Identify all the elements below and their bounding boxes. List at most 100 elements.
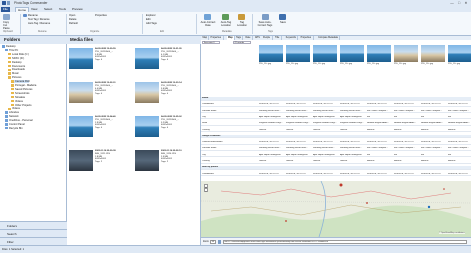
folder-tree-item[interactable]: Music bbox=[8, 72, 19, 75]
folder-tree-item[interactable]: SDXC (D:) bbox=[8, 57, 24, 60]
panel-tab[interactable]: Compare Metadata bbox=[316, 36, 341, 40]
tag-location-button[interactable]: Tag Location bbox=[235, 21, 249, 27]
metadata-thumbnail[interactable] bbox=[448, 45, 471, 62]
folder-tree-item[interactable]: Desktop bbox=[8, 61, 22, 64]
folder-tree-item[interactable]: Recycle Bin bbox=[5, 127, 23, 130]
metadata-cell[interactable]: Mir Castle Complex... bbox=[448, 110, 471, 113]
tag-location-icon[interactable] bbox=[238, 14, 245, 20]
metadata-cell[interactable]: 38.40978, 35.12770 bbox=[448, 141, 471, 144]
media-thumbnail[interactable] bbox=[135, 48, 159, 69]
metadata-cell[interactable]: Belarus bbox=[421, 129, 447, 132]
panel-tab[interactable]: Tags bbox=[234, 36, 244, 40]
metadata-cell[interactable]: Belarus bbox=[448, 160, 471, 163]
metadata-cell[interactable]: 38.40978, 35.12770 bbox=[448, 173, 471, 176]
metadata-cell[interactable]: 38.40978, 35.12770 bbox=[367, 173, 393, 176]
paste-button[interactable]: Paste bbox=[3, 27, 10, 30]
delete-button[interactable]: Delete bbox=[69, 18, 77, 21]
metadata-cell[interactable]: Greece bbox=[340, 129, 366, 132]
folder-tree-item[interactable]: OneDrive - Personal bbox=[5, 119, 33, 122]
metadata-row[interactable]: City Ayia Napa Famagusta Ayia Napa Famagus… bbox=[201, 154, 471, 158]
folder-tree-item[interactable]: Pictures bbox=[8, 76, 21, 79]
metadata-cell[interactable]: Greece bbox=[259, 129, 285, 132]
metadata-cell[interactable]: Kingston Rhodes Regi... bbox=[340, 122, 366, 125]
media-item[interactable]: 2022-01-16 09:20:38 IMG_3121.JPG 2.8 MB 403… bbox=[69, 148, 131, 176]
auto-tag-location-icon[interactable] bbox=[222, 14, 229, 20]
metadata-section-header[interactable]: Near-by photos bbox=[201, 166, 471, 170]
folder-tree-item[interactable]: Local Disk (C:) bbox=[8, 53, 29, 56]
time-zone-select[interactable]: Time zone 0 bbox=[202, 41, 220, 44]
metadata-cell[interactable]: Greece bbox=[286, 160, 312, 163]
panel-tab[interactable]: Properties bbox=[299, 36, 314, 40]
metadata-cell[interactable]: 38.40978, 35.12770 bbox=[394, 103, 420, 106]
metadata-cell[interactable]: 38.40978, 35.12770 bbox=[286, 141, 312, 144]
metadata-row[interactable]: Location name Sunwing Resort and... Sunwin… bbox=[201, 110, 471, 114]
nav-search-button[interactable]: Search bbox=[0, 229, 67, 237]
maximize-button[interactable]: □ bbox=[456, 1, 462, 5]
metadata-cell[interactable]: Mir bbox=[421, 116, 447, 119]
folder-tree-item[interactable]: Portugal - Madeira bbox=[11, 84, 36, 87]
folder-tree-item[interactable]: Screenshots bbox=[11, 92, 29, 95]
metadata-cell[interactable]: Sunwing Resort and... bbox=[259, 110, 285, 113]
metadata-thumbnail[interactable] bbox=[394, 45, 418, 62]
metadata-cell[interactable]: 38.40978, 35.12770 bbox=[367, 103, 393, 106]
media-item[interactable]: 04-05-2022 10:24:40 PXL_20220504_... 2.9 M… bbox=[69, 114, 131, 142]
metadata-cell[interactable]: 38.40978, 35.12770 bbox=[340, 103, 366, 106]
zoom-select[interactable]: 16 bbox=[210, 240, 216, 244]
media-thumbnail[interactable] bbox=[135, 116, 159, 137]
metadata-row[interactable]: Camera make/model 38.40978, 35.12770 38.40… bbox=[201, 141, 471, 145]
metadata-thumbnail[interactable] bbox=[313, 45, 337, 62]
folder-tree-item[interactable]: This PC bbox=[5, 49, 18, 52]
metadata-cell[interactable]: Belarus bbox=[394, 160, 420, 163]
folder-tree-item[interactable]: Control Panel bbox=[5, 123, 25, 126]
metadata-cell[interactable]: 38.40978, 35.12770 bbox=[367, 141, 393, 144]
nav-folders-button[interactable]: Folders bbox=[0, 221, 67, 229]
metadata-thumbnail[interactable] bbox=[286, 45, 310, 62]
save-icon[interactable] bbox=[279, 14, 286, 20]
folder-tree[interactable]: Desktop This PC Local Disk (C:) SDXC (D:) De… bbox=[1, 45, 66, 205]
metadata-cell[interactable]: 38.40978, 35.12770 bbox=[313, 103, 339, 106]
media-item[interactable]: 04-05-2022 10:22:01 PXL_20220504_... 4.4 M… bbox=[69, 80, 131, 108]
text-tag-rename-button[interactable]: Text Tag / Rename bbox=[28, 18, 50, 21]
metadata-cell[interactable]: 38.40978, 35.12770 bbox=[394, 141, 420, 144]
metadata-cell[interactable]: 38.40978, 35.12770 bbox=[286, 103, 312, 106]
metadata-cell[interactable]: Hrodna Region Admi... bbox=[448, 122, 471, 125]
metadata-row[interactable]: Country Greece Greece Greece Greece Belarus Be… bbox=[201, 129, 471, 133]
metadata-cell[interactable]: Sunwing Resort and... bbox=[259, 147, 285, 150]
minimize-button[interactable]: — bbox=[449, 1, 455, 5]
metadata-thumbnail[interactable] bbox=[259, 45, 283, 62]
metadata-cell[interactable]: Ayia Napa Famagusta bbox=[286, 154, 312, 157]
metadata-cell[interactable]: Mir bbox=[448, 116, 471, 119]
media-thumbnail[interactable] bbox=[135, 150, 159, 171]
quick-save-icon[interactable] bbox=[7, 1, 10, 5]
metadata-cell[interactable]: Belarus bbox=[448, 129, 471, 132]
metadata-cell[interactable]: 38.40978, 35.12770 bbox=[421, 141, 447, 144]
save-button[interactable]: Save bbox=[280, 21, 286, 24]
open-button[interactable]: Open bbox=[69, 14, 75, 17]
rename-button[interactable]: Rename bbox=[28, 14, 38, 17]
metadata-row[interactable]: State Kingston Rhodes Regi... Kingston Rho… bbox=[201, 122, 471, 126]
metadata-cell[interactable]: Mir bbox=[367, 154, 393, 157]
metadata-thumbnail[interactable] bbox=[367, 45, 391, 62]
media-item[interactable]: 04-05-2022 10:20:59 PXL_20220504_... 3.9 M… bbox=[69, 46, 131, 74]
map-url-field[interactable]: file:///C:/Users/test/AppData/Local/Phot… bbox=[223, 240, 467, 244]
map-canvas[interactable] bbox=[201, 181, 471, 237]
metadata-row[interactable]: Country Greece Greece Greece Greece Belarus Be… bbox=[201, 160, 471, 164]
auto-correct-date-button[interactable]: Auto-Correct Date bbox=[199, 21, 217, 27]
auto-tag-rename-button[interactable]: Auto Tag / Rename bbox=[28, 22, 50, 25]
metadata-cell[interactable]: Kingston Rhodes Regi... bbox=[313, 122, 339, 125]
media-item[interactable]: 04-05-2022 10:25:02 PXL_20220504_... 3.2 M… bbox=[135, 114, 197, 142]
metadata-cell[interactable]: Ayia Napa Famagusta bbox=[340, 116, 366, 119]
metadata-cell[interactable]: Sunwing Resort and... bbox=[313, 110, 339, 113]
metadata-cell[interactable]: Ayia Napa Famagusta bbox=[313, 116, 339, 119]
metadata-cell[interactable]: Mir Castle Complex... bbox=[367, 110, 393, 113]
media-item[interactable]: 04-05-2022 10:21:05 PXL_20220504_... 4.1 M… bbox=[135, 46, 197, 74]
metadata-cell[interactable]: Sunwing Resort and... bbox=[286, 147, 312, 150]
metadata-section-header[interactable]: Google Locations bbox=[201, 134, 471, 139]
metadata-row[interactable]: Coordinates 38.40978, 35.12770 38.40978, 3… bbox=[201, 173, 471, 177]
metadata-cell[interactable]: Greece bbox=[313, 129, 339, 132]
metadata-cell[interactable]: Ayia Napa Famagusta bbox=[340, 154, 366, 157]
media-thumbnail[interactable] bbox=[69, 48, 93, 69]
nav-filter-button[interactable]: Filter bbox=[0, 237, 67, 245]
metadata-cell[interactable]: Belarus bbox=[367, 129, 393, 132]
close-button[interactable]: ✕ bbox=[463, 1, 469, 5]
